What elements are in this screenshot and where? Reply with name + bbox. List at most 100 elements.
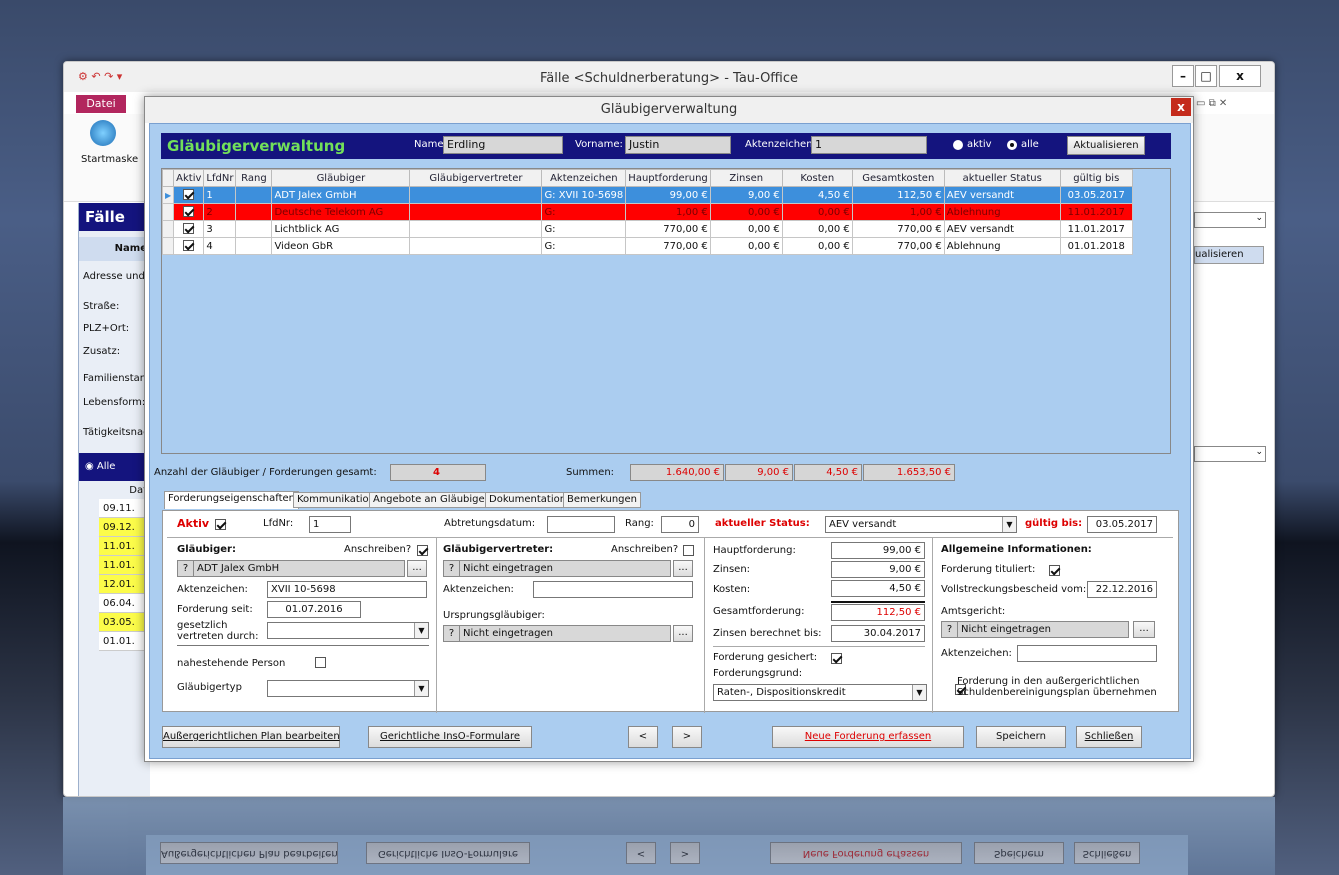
glaeubiger-value: ADT Jalex GmbH xyxy=(197,563,280,574)
file-tab[interactable]: Datei xyxy=(76,95,126,113)
reflection-neu-button: Neue Forderung erfassen xyxy=(770,842,962,864)
lfdnr-input[interactable]: 1 xyxy=(309,516,351,533)
row-selector[interactable] xyxy=(161,203,175,221)
ag-az-input[interactable] xyxy=(1017,645,1157,662)
column-header[interactable]: Gläubigervertreter xyxy=(409,169,543,187)
nahestehend-checkbox[interactable] xyxy=(315,657,327,668)
help-icon[interactable]: ? xyxy=(444,626,460,641)
right-refresh-button[interactable]: ualisieren xyxy=(1194,246,1264,264)
aktiv-cell xyxy=(173,186,205,204)
zinsen-bis-input[interactable]: 30.04.2017 xyxy=(831,625,925,642)
kosten-input[interactable]: 4,50 € xyxy=(831,580,925,597)
table-row[interactable]: 3 Lichtblick AG G: 770,00 €0,00 €0,00 €770,… xyxy=(161,220,1133,238)
az-input[interactable]: XVII 10-5698 xyxy=(267,581,427,598)
column-header[interactable]: Aktenzeichen xyxy=(541,169,627,187)
help-icon[interactable]: ? xyxy=(444,561,460,576)
globe-icon[interactable] xyxy=(90,120,116,146)
close-window-button[interactable]: x xyxy=(1219,65,1261,87)
aktiv-checkbox[interactable] xyxy=(183,206,195,218)
column-header[interactable]: Rang xyxy=(235,169,273,187)
summary-row: Anzahl der Gläubiger / Forderungen gesam… xyxy=(154,464,1184,484)
tituliert-checkbox[interactable] xyxy=(1049,565,1060,576)
column-header[interactable]: gültig bis xyxy=(1059,169,1133,187)
table-row[interactable]: ▶ 1 ADT Jalex GmbH G: XVII 10-5698 99,00 €9,… xyxy=(161,186,1133,204)
row-selector[interactable] xyxy=(161,237,175,255)
aktualisieren-button[interactable]: Aktualisieren xyxy=(1067,136,1145,155)
quick-access-icons[interactable]: ⚙ ↶ ↷ ▾ xyxy=(78,70,122,83)
cell-zinsen: 0,00 € xyxy=(709,237,783,255)
typ-select[interactable]: ▼ xyxy=(267,680,429,697)
aktiv-checkbox[interactable] xyxy=(183,240,195,252)
abtretung-label: Abtretungsdatum: xyxy=(444,518,536,529)
aktiv-radio[interactable] xyxy=(953,140,963,150)
aktiv-checkbox[interactable] xyxy=(215,519,226,530)
minimize-button[interactable]: – xyxy=(1172,65,1194,87)
abtretung-input[interactable] xyxy=(547,516,615,533)
row-selector[interactable] xyxy=(161,220,175,238)
startmaske-label[interactable]: Startmaske xyxy=(81,154,138,165)
tab-angebote[interactable]: Angebote an Gläubiger xyxy=(369,492,493,508)
schliessen-button[interactable]: Schließen xyxy=(1076,726,1142,748)
tab-bemerkungen[interactable]: Bemerkungen xyxy=(563,492,642,508)
column-header[interactable]: Zinsen xyxy=(709,169,783,187)
column-header[interactable]: Gläubiger xyxy=(271,169,411,187)
column-header[interactable]: Kosten xyxy=(781,169,853,187)
column-header[interactable]: aktueller Status xyxy=(943,169,1061,187)
right-dropdown-2[interactable]: ⌄ xyxy=(1194,446,1266,462)
empty-row xyxy=(163,425,1133,442)
aktenzeichen-input[interactable]: 1 xyxy=(811,136,927,154)
vorname-input[interactable]: Justin xyxy=(625,136,731,154)
row-selector[interactable]: ▶ xyxy=(161,186,175,204)
inso-button[interactable]: Gerichtliche InsO-Formulare xyxy=(368,726,532,748)
prev-button[interactable]: < xyxy=(628,726,658,748)
haupt-input[interactable]: 99,00 € xyxy=(831,542,925,559)
name-column[interactable]: Name xyxy=(79,237,151,261)
chevron-down-icon[interactable]: ▼ xyxy=(912,685,926,700)
right-dropdown[interactable]: ⌄ xyxy=(1194,212,1266,228)
seit-input[interactable]: 01.07.2016 xyxy=(267,601,361,618)
cell-kosten: 0,00 € xyxy=(781,203,853,221)
glaeubiger-browse-button[interactable]: ... xyxy=(407,560,427,577)
vertreter-az-input[interactable] xyxy=(533,581,693,598)
ursprung-browse-button[interactable]: ... xyxy=(673,625,693,642)
aktiv-checkbox[interactable] xyxy=(183,189,195,201)
zinsen-input[interactable]: 9,00 € xyxy=(831,561,925,578)
gueltig-input[interactable]: 03.05.2017 xyxy=(1087,516,1157,533)
vollstr-input[interactable]: 22.12.2016 xyxy=(1087,581,1157,598)
anschreiben-checkbox[interactable] xyxy=(417,545,428,556)
help-icon[interactable]: ? xyxy=(942,622,958,637)
alle-filter[interactable]: ◉ Alle xyxy=(79,453,151,481)
alle-radio[interactable] xyxy=(1007,140,1017,150)
vertreten-select[interactable]: ▼ xyxy=(267,622,429,639)
chevron-down-icon[interactable]: ▼ xyxy=(414,681,428,696)
chevron-down-icon[interactable]: ▼ xyxy=(1002,517,1016,532)
gesichert-checkbox[interactable] xyxy=(831,653,842,664)
column-header[interactable]: LfdNr xyxy=(203,169,237,187)
name-input[interactable]: Erdling xyxy=(443,136,563,154)
rang-input[interactable]: 0 xyxy=(661,516,699,533)
speichern-button[interactable]: Speichern xyxy=(976,726,1066,748)
amtsgericht-browse-button[interactable]: ... xyxy=(1133,621,1155,638)
vertreter-browse-button[interactable]: ... xyxy=(673,560,693,577)
column-header[interactable]: Gesamtkosten xyxy=(851,169,945,187)
anschreiben-vertreter-checkbox[interactable] xyxy=(683,545,694,556)
table-row[interactable]: 4 Videon GbR G: 770,00 €0,00 €0,00 €770,00 … xyxy=(161,237,1133,255)
column-header[interactable]: Hauptforderung xyxy=(625,169,711,187)
grund-select[interactable]: Raten-, Dispositionskredit ▼ xyxy=(713,684,927,701)
column-header[interactable]: Aktiv xyxy=(173,169,205,187)
cell-vertreter xyxy=(409,186,543,204)
tab-dokumentation[interactable]: Dokumentation xyxy=(485,492,571,508)
help-icon[interactable]: ? xyxy=(178,561,194,576)
plan-button[interactable]: Außergerichtlichen Plan bearbeiten xyxy=(162,726,340,748)
status-select[interactable]: AEV versandt ▼ xyxy=(825,516,1017,533)
status-label: aktueller Status: xyxy=(715,518,810,529)
aktiv-checkbox[interactable] xyxy=(183,223,195,235)
maximize-button[interactable]: □ xyxy=(1195,65,1217,87)
chevron-down-icon[interactable]: ▼ xyxy=(414,623,428,638)
dialog-close-button[interactable]: x xyxy=(1171,98,1191,116)
tab-kommunikation[interactable]: Kommunikation xyxy=(293,492,380,508)
neue-forderung-button[interactable]: Neue Forderung erfassen xyxy=(772,726,964,748)
next-button[interactable]: > xyxy=(672,726,702,748)
tab-forderungseigenschaften[interactable]: Forderungseigenschaften xyxy=(164,491,299,509)
table-row[interactable]: 2 Deutsche Telekom AG G: 1,00 €0,00 €0,00 €… xyxy=(161,203,1133,221)
